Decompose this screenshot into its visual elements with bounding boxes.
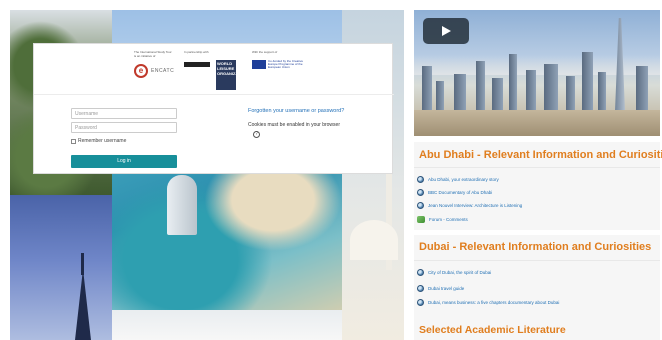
partner-caption: In partnership with [184,50,209,54]
url-icon [417,269,424,276]
resource-link[interactable]: Jean Nouvel Interview: Architecture is L… [417,202,522,209]
section-divider [414,260,660,261]
tower-spire [74,269,92,340]
remember-username[interactable]: Remember username [71,138,126,144]
play-button[interactable] [423,18,469,44]
forum-link-label[interactable]: Forum - Comments [429,217,468,222]
partner-bar [184,62,210,67]
card-divider [34,94,394,95]
section-title: Selected Academic Literature [419,324,566,336]
world-leisure-logo: WORLD LEISURE ORGANIZATION [216,60,248,90]
resource-link[interactable]: Abu Dhabi, your extraordinary story [417,176,499,183]
forgot-password-link[interactable]: Forgotten your username or password? [248,108,344,114]
login-button[interactable]: Log in [71,155,177,168]
eu-logo: With the support of Co-funded by the Cre… [252,50,308,69]
eu-flag: Co-funded by the Creative Europe Program… [252,60,308,69]
section-abu-dhabi: Abu Dhabi - Relevant Information and Cur… [414,142,662,230]
section-title: Abu Dhabi - Relevant Information and Cur… [419,149,662,161]
burj-khalifa-photo [10,195,112,340]
eu-text: Co-funded by the Creative Europe Program… [268,59,304,69]
resource-link-label[interactable]: Abu Dhabi, your extraordinary story [428,177,499,182]
collage-bottom [112,310,342,340]
resource-link-label[interactable]: Jean Nouvel Interview: Architecture is L… [428,203,522,208]
hotel-building [167,175,197,235]
video-thumbnail[interactable] [414,10,660,136]
help-icon[interactable]: ? [253,131,260,138]
eu-caption: With the support of [252,50,278,54]
sponsor-logos: The International Study Tour is an initi… [34,44,394,92]
remember-label: Remember username [78,138,127,144]
eu-flag-icon [252,60,266,69]
encatc-caption: The International Study Tour is an initi… [134,50,172,58]
resource-link[interactable]: Dubai travel guide [417,285,464,292]
username-input[interactable] [71,108,177,119]
cookies-note: Cookies must be enabled in your browser [248,122,340,128]
login-card: The International Study Tour is an initi… [33,43,394,174]
resource-link[interactable]: Dubai, means business: a five chapters d… [417,299,559,306]
url-icon [417,299,424,306]
resource-link[interactable]: City of Dubai, the spirit of Dubai [417,269,491,276]
section-academic-literature: Selected Academic Literature [414,318,660,340]
url-icon [417,285,424,292]
resource-link-label[interactable]: BBC Documentary of Abu Dhabi [428,190,492,195]
forum-icon [417,216,425,223]
encatc-e-icon: e [134,64,148,78]
section-title: Dubai - Relevant Information and Curiosi… [419,241,652,253]
mosque-dome [350,220,398,260]
encatc-logo: The International Study Tour is an initi… [134,50,174,78]
remember-checkbox[interactable] [71,138,76,144]
url-icon [417,176,424,183]
resource-link[interactable]: BBC Documentary of Abu Dhabi [417,189,492,196]
forum-link[interactable]: Forum - Comments [417,216,468,223]
resource-link-label[interactable]: City of Dubai, the spirit of Dubai [428,270,491,275]
section-divider [414,167,660,168]
encatc-name: ENCATC [151,68,175,74]
page: The International Study Tour is an initi… [0,0,662,340]
encatc-mark: e ENCATC [134,64,174,78]
section-dubai: Dubai - Relevant Information and Curiosi… [414,235,660,318]
url-icon [417,202,424,209]
resource-link-label[interactable]: Dubai, means business: a five chapters d… [428,300,559,305]
play-icon [442,26,451,36]
url-icon [417,189,424,196]
ground [414,110,660,136]
partner-logo: In partnership with [184,50,210,67]
resource-link-label[interactable]: Dubai travel guide [428,286,464,291]
password-input[interactable] [71,122,177,133]
